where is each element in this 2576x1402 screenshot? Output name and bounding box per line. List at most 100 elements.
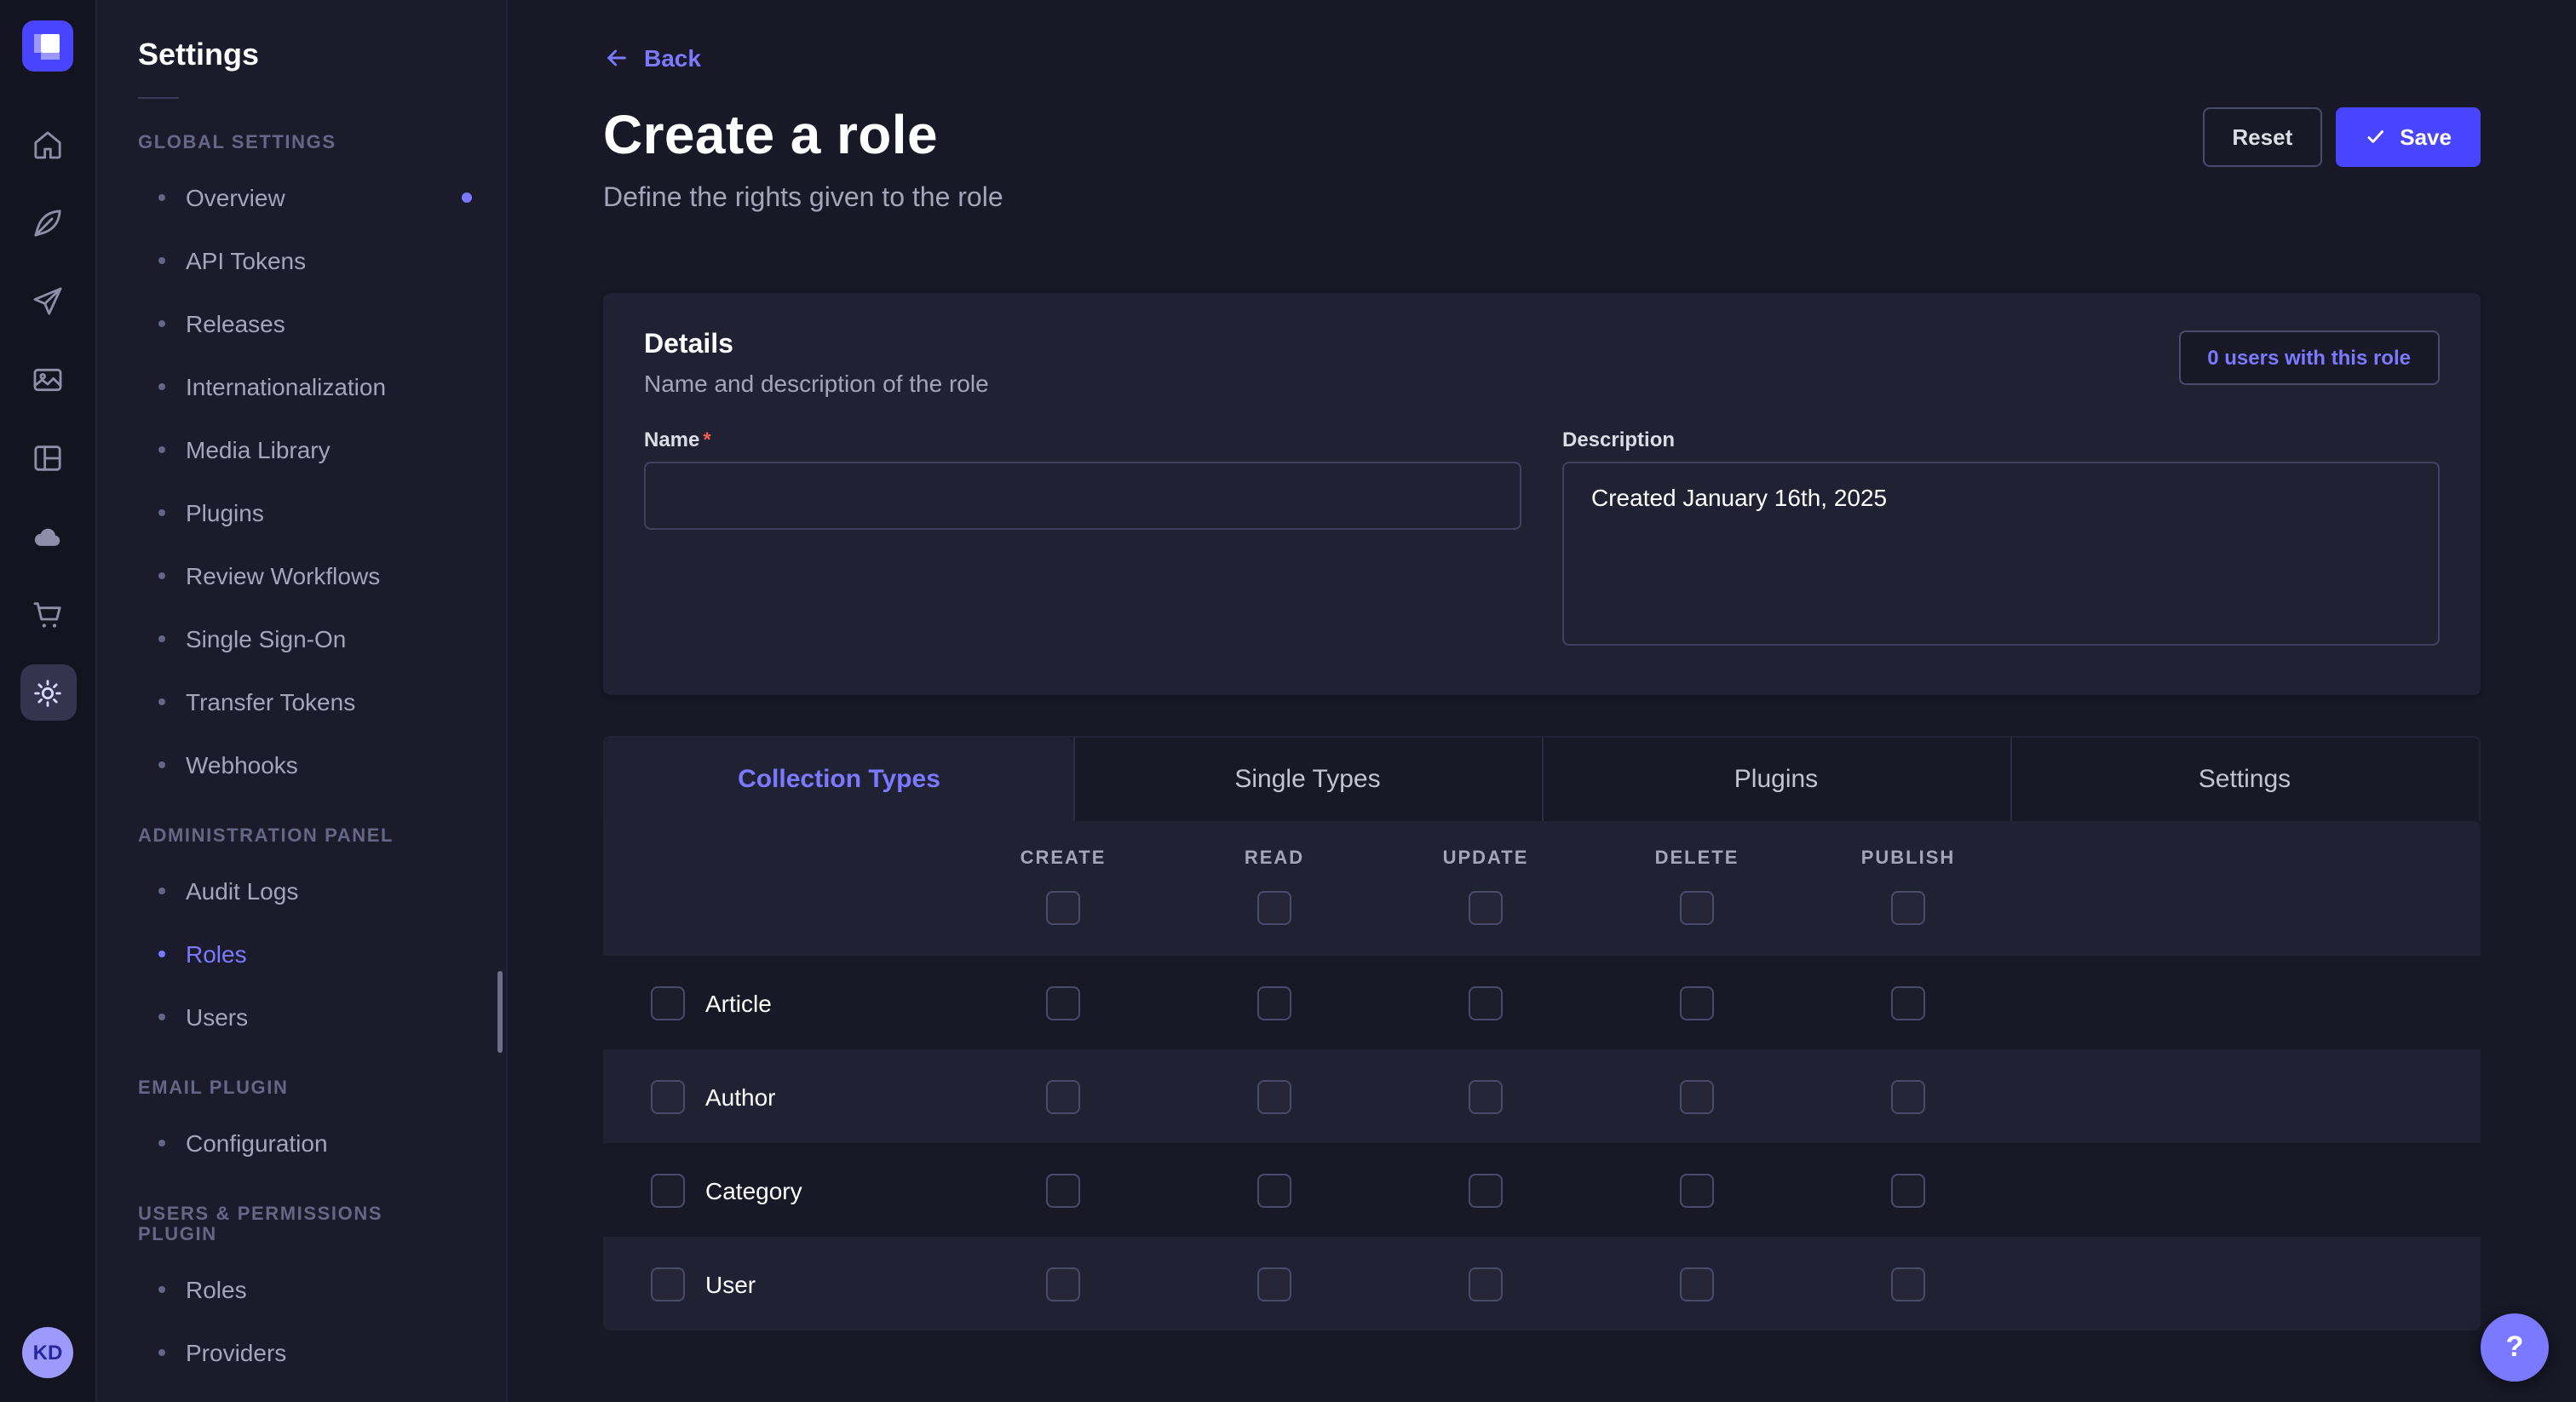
nav-deploy-button[interactable] [20,273,76,329]
question-mark-icon: ? [2506,1330,2524,1365]
permission-checkbox[interactable] [1046,1267,1080,1301]
tab-single-types[interactable]: Single Types [1073,738,1542,821]
help-button[interactable]: ? [2481,1313,2549,1382]
sidebar-item-review-workflows[interactable]: Review Workflows [97,543,506,606]
sidebar-section-heading-users-permissions-plugin: USERS & PERMISSIONS PLUGIN [97,1174,506,1257]
permission-checkbox[interactable] [1680,985,1714,1020]
sidebar-item-releases[interactable]: Releases [97,291,506,354]
sidebar-item-users[interactable]: Users [97,985,506,1048]
permission-cell [1380,1267,1591,1301]
sidebar-section-list: Audit LogsRolesUsers [97,859,506,1048]
row-select-checkbox[interactable] [651,1267,685,1301]
nav-content-type-builder-button[interactable] [20,194,76,250]
permission-checkbox[interactable] [1469,1173,1503,1207]
permission-checkbox[interactable] [1046,1079,1080,1113]
permission-checkbox[interactable] [1046,1173,1080,1207]
row-select-checkbox[interactable] [651,1079,685,1113]
row-label: Category [705,1176,802,1204]
sidebar-item-audit-logs[interactable]: Audit Logs [97,859,506,922]
tab-settings[interactable]: Settings [2010,738,2479,821]
permission-checkbox[interactable] [1680,1079,1714,1113]
table-row-article: Article [603,956,2481,1049]
sidebar-item-media-library[interactable]: Media Library [97,417,506,480]
reset-button[interactable]: Reset [2203,107,2321,167]
back-link[interactable]: Back [603,44,701,72]
details-card-titles: Details Name and description of the role [644,330,989,397]
users-with-role-button[interactable]: 0 users with this role [2178,330,2440,385]
nav-media-library-button[interactable] [20,351,76,407]
permission-checkbox[interactable] [1891,1079,1925,1113]
permission-checkbox[interactable] [1257,1173,1291,1207]
tab-plugins[interactable]: Plugins [1542,738,2010,821]
row-select-checkbox[interactable] [651,985,685,1020]
permission-cell [957,1079,1169,1113]
tab-collection-types[interactable]: Collection Types [605,738,1073,821]
strapi-logo[interactable] [22,20,73,72]
nav-cloud-button[interactable] [20,508,76,564]
sidebar-item-overview[interactable]: Overview [97,165,506,228]
sidebar-item-configuration[interactable]: Configuration [97,1111,506,1174]
permission-checkbox[interactable] [1680,1267,1714,1301]
nav-settings-button[interactable] [20,664,76,721]
paper-plane-icon [31,284,65,318]
sidebar-item-roles[interactable]: Roles [97,1257,506,1320]
permission-checkbox[interactable] [1469,1079,1503,1113]
bullet-icon [158,635,165,641]
back-label: Back [644,44,701,72]
select-all-publish-checkbox[interactable] [1891,891,1925,925]
permission-cell [957,1267,1169,1301]
permission-checkbox[interactable] [1891,1173,1925,1207]
select-all-update-checkbox[interactable] [1469,891,1503,925]
column-header-label: READ [1245,848,1304,869]
sidebar-item-label: Webhooks [186,750,298,778]
sidebar-item-providers[interactable]: Providers [97,1320,506,1383]
permissions-tabs: Collection TypesSingle TypesPluginsSetti… [603,736,2481,821]
permission-cell [957,985,1169,1020]
column-header-label: DELETE [1655,848,1739,869]
permission-cell [1169,1079,1380,1113]
permission-column-read: READ [1169,848,1380,925]
sidebar-item-roles[interactable]: Roles [97,922,506,985]
sidebar-item-api-tokens[interactable]: API Tokens [97,228,506,291]
permission-checkbox[interactable] [1257,1267,1291,1301]
nav-marketplace-button[interactable] [20,586,76,642]
sidebar-item-label: Configuration [186,1129,328,1156]
permissions-card: Collection TypesSingle TypesPluginsSetti… [603,736,2481,1330]
content-type-builder-icon [31,205,65,239]
name-label-text: Name [644,428,699,451]
permission-cell [1591,1267,1803,1301]
permission-checkbox[interactable] [1680,1173,1714,1207]
bullet-icon [158,382,165,389]
permission-checkbox[interactable] [1891,985,1925,1020]
page-title: Create a role [603,104,938,167]
permission-checkbox[interactable] [1257,1079,1291,1113]
name-input[interactable] [644,462,1521,530]
check-icon [2364,126,2386,148]
details-title: Details [644,330,989,361]
nav-content-manager-button[interactable] [20,429,76,486]
select-all-read-checkbox[interactable] [1257,891,1291,925]
description-textarea[interactable]: Created January 16th, 2025 [1562,462,2440,646]
row-label-cell: Article [603,985,957,1020]
sidebar-item-single-sign-on[interactable]: Single Sign-On [97,606,506,669]
row-select-checkbox[interactable] [651,1173,685,1207]
sidebar-item-transfer-tokens[interactable]: Transfer Tokens [97,669,506,733]
permission-checkbox[interactable] [1469,985,1503,1020]
permission-checkbox[interactable] [1257,985,1291,1020]
nav-home-button[interactable] [20,116,76,172]
permission-checkbox[interactable] [1891,1267,1925,1301]
sidebar-item-plugins[interactable]: Plugins [97,480,506,543]
permission-cell [1803,1267,2014,1301]
sidebar-item-webhooks[interactable]: Webhooks [97,733,506,796]
select-all-delete-checkbox[interactable] [1680,891,1714,925]
select-all-create-checkbox[interactable] [1046,891,1080,925]
save-button[interactable]: Save [2335,107,2481,167]
permission-checkbox[interactable] [1046,985,1080,1020]
permission-checkbox[interactable] [1469,1267,1503,1301]
row-label-cell: Category [603,1173,957,1207]
bullet-icon [158,761,165,767]
shopping-cart-icon [31,597,65,631]
scrollbar-thumb[interactable] [497,971,503,1053]
sidebar-item-internationalization[interactable]: Internationalization [97,354,506,417]
user-avatar[interactable]: KD [22,1327,73,1378]
